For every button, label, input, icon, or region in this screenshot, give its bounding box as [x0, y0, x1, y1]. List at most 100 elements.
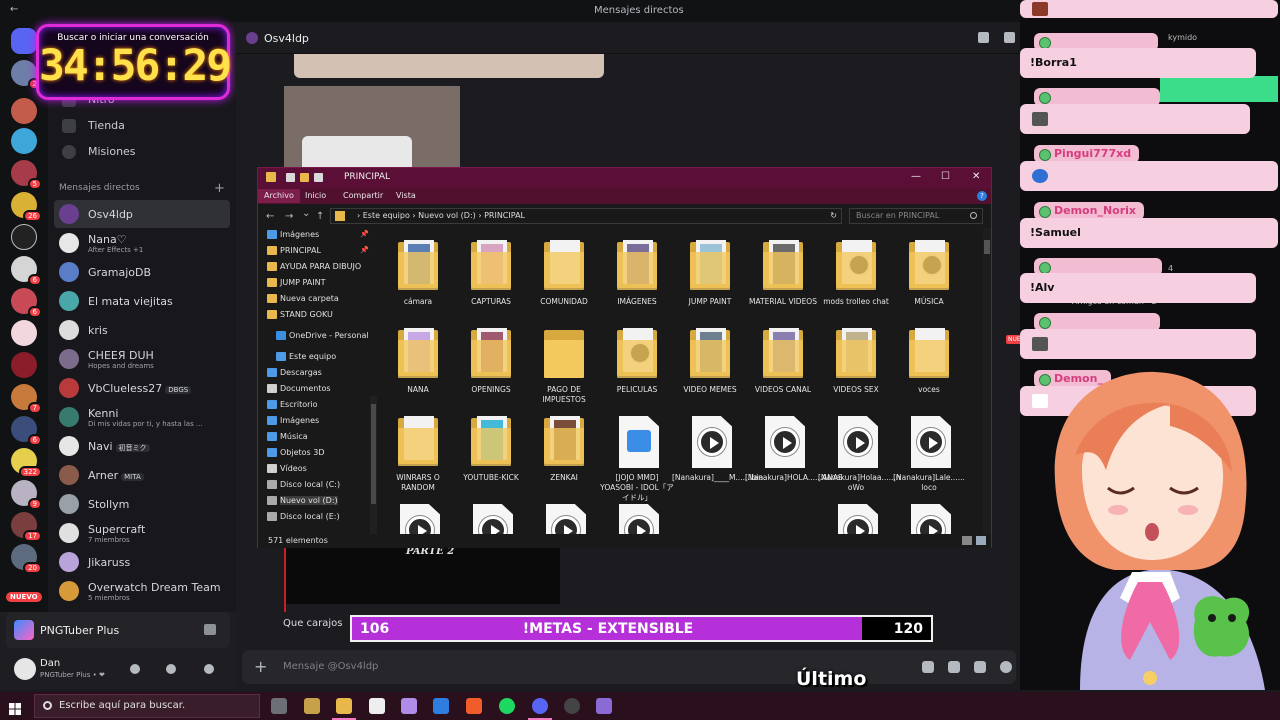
folder-item[interactable]: YOUTUBE-KICK [457, 416, 525, 500]
file-item[interactable] [384, 504, 452, 534]
nav-pane-item[interactable]: OneDrive - Personal [276, 331, 369, 340]
dm-item[interactable]: Navi 初音ミク [54, 432, 230, 460]
minimize-icon[interactable]: — [911, 171, 921, 182]
folder-item[interactable]: CAPTURAS [457, 240, 525, 324]
nav-pane-item[interactable]: Objetos 3D [267, 448, 325, 457]
video-call-icon[interactable] [1004, 32, 1015, 43]
activity-card[interactable]: PNGTuber Plus [6, 612, 230, 648]
server-icon[interactable]: 26 [11, 192, 42, 222]
large-icons-view-icon[interactable] [976, 536, 986, 545]
screen-share-icon[interactable] [204, 624, 216, 635]
new-dm-plus-icon[interactable]: + [214, 181, 225, 196]
maximize-icon[interactable]: ☐ [941, 171, 950, 182]
nav-pane-item[interactable]: PRINCIPAL 📌 [267, 246, 369, 255]
spotify-icon[interactable] [499, 698, 515, 714]
dm-item[interactable]: kris [54, 316, 230, 344]
folder-item[interactable]: PAGO DE IMPUESTOS [530, 328, 598, 412]
attach-plus-icon[interactable]: + [254, 657, 267, 676]
dm-item[interactable]: El mata viejitas [54, 287, 230, 315]
path-segment[interactable]: PRINCIPAL [484, 211, 525, 220]
server-icon[interactable]: 17 [11, 512, 42, 542]
nav-pane-item[interactable]: Disco local (E:) [267, 512, 340, 521]
taskbar-app-icon[interactable] [304, 698, 320, 714]
discord-taskbar-icon[interactable] [528, 698, 552, 720]
nav-pane-item[interactable]: Disco local (C:) [267, 480, 340, 489]
folder-item[interactable]: voces [895, 328, 963, 412]
server-icon[interactable] [11, 352, 37, 378]
nav-pane-item[interactable]: Escritorio [267, 400, 318, 409]
settings-gear-icon[interactable] [204, 664, 214, 674]
dm-item[interactable]: Jikaruss [54, 548, 230, 576]
file-item[interactable] [457, 504, 525, 534]
path-segment[interactable]: Este equipo [363, 211, 410, 220]
dm-item[interactable]: Supercraft 7 miembros [54, 519, 230, 547]
file-item[interactable]: [Nanakura]HOLA......ANAS. [745, 416, 845, 500]
gif-icon[interactable] [948, 661, 960, 673]
dm-item[interactable]: Stollym [54, 490, 230, 518]
forward-icon[interactable]: → [285, 211, 293, 222]
taskbar-search-input[interactable]: Escribe aquí para buscar. [34, 694, 260, 718]
nav-pane-item[interactable]: Imágenes [267, 416, 319, 425]
dm-item[interactable]: Kenni Di mis vidas por ti, y hasta las ..… [54, 403, 230, 431]
headphones-icon[interactable] [166, 664, 176, 674]
file-item[interactable]: [Nanakura]____M......ibia. [672, 416, 766, 500]
file-item[interactable] [603, 504, 671, 534]
server-icon[interactable] [11, 320, 37, 346]
file-item[interactable]: [Nanakura]Lale...... loco [893, 416, 965, 500]
chat-image[interactable] [294, 54, 604, 78]
new-folder-icon[interactable] [300, 173, 309, 182]
dm-item[interactable]: Nana♡ After Effects +1 [54, 229, 230, 257]
current-user[interactable]: Dan PNGTuber Plus • ❤ [6, 654, 230, 688]
server-icon[interactable] [11, 224, 37, 250]
nav-store[interactable]: Tienda [54, 114, 230, 138]
sticker-icon[interactable] [974, 661, 986, 673]
folder-item[interactable]: VIDEOS CANAL [749, 328, 817, 412]
up-icon[interactable]: ↑ [316, 211, 324, 222]
folder-item[interactable]: IMÁGENES [603, 240, 671, 324]
microphone-icon[interactable] [130, 664, 140, 674]
nav-pane-item[interactable]: Descargas [267, 368, 322, 377]
quick-access-dropdown-icon[interactable] [314, 173, 323, 182]
server-icon[interactable]: 6 [11, 416, 42, 446]
nav-pane-item[interactable]: JUMP PAINT [267, 278, 326, 287]
nav-pane-item[interactable]: Imágenes 📌 [267, 230, 369, 239]
close-icon[interactable]: ✕ [972, 171, 980, 182]
scrollbar-thumb[interactable] [371, 404, 376, 504]
nav-pane-item[interactable]: Documentos [267, 384, 331, 393]
emoji-icon[interactable] [1000, 661, 1012, 673]
folder-item[interactable]: mods trolleo chat [822, 240, 890, 324]
taskbar-app-icon[interactable] [433, 698, 449, 714]
nav-pane-item[interactable]: Música [267, 432, 308, 441]
tab-archivo[interactable]: Archivo [258, 189, 300, 203]
taskbar-app-icon[interactable] [596, 698, 612, 714]
recent-dropdown-icon[interactable]: ⌄ [302, 208, 310, 219]
taskbar-app-icon[interactable] [369, 698, 385, 714]
refresh-icon[interactable]: ↻ [830, 209, 837, 223]
scrollbar-thumb[interactable] [984, 240, 990, 254]
folder-item[interactable]: WINRARS O RANDOM [384, 416, 452, 500]
folder-item[interactable]: cámara [384, 240, 452, 324]
server-icon[interactable]: 20 [11, 544, 42, 574]
server-icon[interactable] [11, 128, 37, 154]
gift-icon[interactable] [922, 661, 934, 673]
taskbar-app-icon[interactable] [401, 698, 417, 714]
folder-item[interactable]: MATERIAL VIDEOS [749, 240, 817, 324]
details-view-icon[interactable] [962, 536, 972, 545]
windows-start-icon[interactable] [9, 700, 21, 715]
folder-item[interactable]: ZENKAI [530, 416, 598, 500]
nav-pane-item[interactable]: Vídeos [267, 464, 307, 473]
nav-pane-item[interactable]: Este equipo [276, 352, 336, 361]
folder-item[interactable]: VIDEO MEMES [676, 328, 744, 412]
tab-vista[interactable]: Vista [396, 191, 416, 200]
dm-item[interactable]: Osv4ldp [54, 200, 230, 228]
voice-call-icon[interactable] [978, 32, 989, 43]
chat-image[interactable]: PARTE 2 [286, 542, 560, 604]
nav-scrollbar[interactable] [370, 396, 377, 535]
back-icon[interactable]: ← [266, 211, 274, 222]
dm-item[interactable]: CHEEЯ DUH Hopes and dreams [54, 345, 230, 373]
tab-compartir[interactable]: Compartir [343, 191, 383, 200]
server-icon[interactable]: 7 [11, 384, 42, 414]
folder-item[interactable]: OPENINGS [457, 328, 525, 412]
file-item[interactable] [530, 504, 598, 534]
nav-pane-item[interactable]: Nuevo vol (D:) [267, 496, 338, 505]
